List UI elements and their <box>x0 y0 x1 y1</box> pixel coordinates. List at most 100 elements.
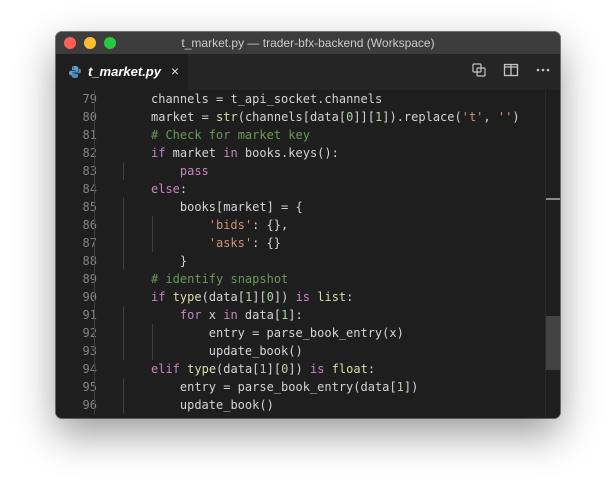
indent-guide <box>94 198 95 216</box>
code-token: elif <box>151 362 180 376</box>
code-token: ]) <box>403 380 419 394</box>
code-text: 'bids': {}, <box>209 216 288 234</box>
indent-guide <box>122 162 124 180</box>
code-token: channels = t_api_socket.channels <box>151 92 383 106</box>
indent-guide <box>122 198 124 216</box>
code-line[interactable]: 93 update_book() <box>56 342 546 360</box>
code-token: # Check for market key <box>151 128 310 142</box>
indent-guide <box>94 108 95 126</box>
code-lines: 79 channels = t_api_socket.channels 80 mark… <box>56 90 546 414</box>
code-token: ]).replace( <box>382 110 462 124</box>
code-text: 'asks': {} <box>209 234 281 252</box>
code-token: in <box>223 308 238 322</box>
line-number: 95 <box>82 380 97 394</box>
open-changes-button[interactable] <box>470 62 488 81</box>
indent-guide <box>122 306 124 324</box>
code-line[interactable]: 89 # identify snapshot <box>56 270 546 288</box>
line-number: 80 <box>82 110 97 124</box>
indent-guide <box>94 90 95 108</box>
code-line[interactable]: 94 elif type(data[1][0]) is float: <box>56 360 546 378</box>
code-text: # Check for market key <box>151 126 310 144</box>
code-line[interactable]: 91 for x in data[1]: <box>56 306 546 324</box>
line-number: 84 <box>82 182 97 196</box>
tab-label: t_market.py <box>88 64 161 79</box>
code-line[interactable]: 88} <box>56 252 546 270</box>
code-token: ]) <box>273 290 296 304</box>
code-line[interactable]: 90 if type(data[1][0]) is list: <box>56 288 546 306</box>
code-line[interactable]: 84 else: <box>56 180 546 198</box>
code-token: is <box>310 362 325 376</box>
code-token: } <box>179 254 188 268</box>
code-token: entry = parse_book_entry(data[ <box>179 380 397 394</box>
code-text: books[market] = { <box>180 198 303 216</box>
code-token: for <box>179 308 202 322</box>
code-token: ]: <box>288 308 303 322</box>
code-token: # identify snapshot <box>151 272 289 286</box>
line-number: 90 <box>82 290 97 304</box>
minimize-window-button[interactable] <box>84 37 96 49</box>
code-token: list <box>317 290 347 304</box>
code-text: for x in data[1]: <box>180 306 303 324</box>
code-token: is <box>295 290 311 304</box>
window-controls <box>64 37 116 49</box>
code-line[interactable]: 92 entry = parse_book_entry(x) <box>56 324 546 342</box>
indent-guide <box>94 306 95 324</box>
indent-guide <box>94 396 95 414</box>
indent-guide <box>122 252 124 270</box>
line-number: 79 <box>82 92 97 106</box>
more-actions-button[interactable] <box>534 63 552 81</box>
code-token: : <box>179 182 188 196</box>
code-editor[interactable]: 79 channels = t_api_socket.channels 80 mark… <box>56 90 560 418</box>
code-token: : {} <box>252 236 282 250</box>
code-line[interactable]: 85 books[market] = { <box>56 198 546 216</box>
indent-guide <box>94 360 95 378</box>
line-number: 85 <box>82 200 97 214</box>
code-text: pass <box>180 162 209 180</box>
close-window-button[interactable] <box>64 37 76 49</box>
maximize-window-button[interactable] <box>104 37 116 49</box>
scrollbar-position-marker <box>546 198 560 200</box>
code-token: market = <box>151 110 217 124</box>
line-number: 87 <box>82 236 97 250</box>
line-number: 92 <box>82 326 97 340</box>
code-token: 1 <box>396 380 404 394</box>
line-number: 96 <box>82 398 97 412</box>
code-line[interactable]: 95 entry = parse_book_entry(data[1]) <box>56 378 546 396</box>
code-token: data[ <box>237 308 282 322</box>
code-line[interactable]: 83 pass <box>56 162 546 180</box>
tab-close-icon[interactable]: × <box>168 63 182 79</box>
code-line[interactable]: 87 'asks': {} <box>56 234 546 252</box>
code-line[interactable]: 96 update_book() <box>56 396 546 414</box>
code-token: : <box>367 362 376 376</box>
code-text: } <box>180 252 187 270</box>
code-token: (data[ <box>201 290 245 304</box>
vertical-scrollbar[interactable] <box>545 90 560 418</box>
indent-guide <box>122 324 124 342</box>
code-line[interactable]: 80 market = str(channels[data[0]][1]).rep… <box>56 108 546 126</box>
line-number: 91 <box>82 308 97 322</box>
indent-guide <box>94 252 95 270</box>
code-token: str <box>216 110 238 124</box>
code-token: update_book() <box>179 398 274 412</box>
indent-guide <box>122 378 124 396</box>
tab-t-market-py[interactable]: t_market.py × <box>56 54 188 90</box>
code-token: if <box>151 290 166 304</box>
code-line[interactable]: 79 channels = t_api_socket.channels <box>56 90 546 108</box>
code-text: elif type(data[1][0]) is float: <box>151 360 375 378</box>
split-editor-button[interactable] <box>502 63 520 81</box>
editor-window: t_market.py — trader-bfx-backend (Worksp… <box>56 32 560 418</box>
indent-guide <box>122 216 124 234</box>
code-token: ]) <box>288 362 311 376</box>
window-title: t_market.py — trader-bfx-backend (Worksp… <box>181 36 435 50</box>
python-icon <box>68 65 82 79</box>
code-text: else: <box>151 180 187 198</box>
scrollbar-thumb[interactable] <box>546 316 560 370</box>
code-line[interactable]: 86 'bids': {}, <box>56 216 546 234</box>
indent-guide <box>151 342 153 360</box>
code-line[interactable]: 81 # Check for market key <box>56 126 546 144</box>
code-token: type <box>187 362 217 376</box>
indent-guide <box>94 324 95 342</box>
code-text: # identify snapshot <box>151 270 288 288</box>
code-line[interactable]: 82 if market in books.keys(): <box>56 144 546 162</box>
